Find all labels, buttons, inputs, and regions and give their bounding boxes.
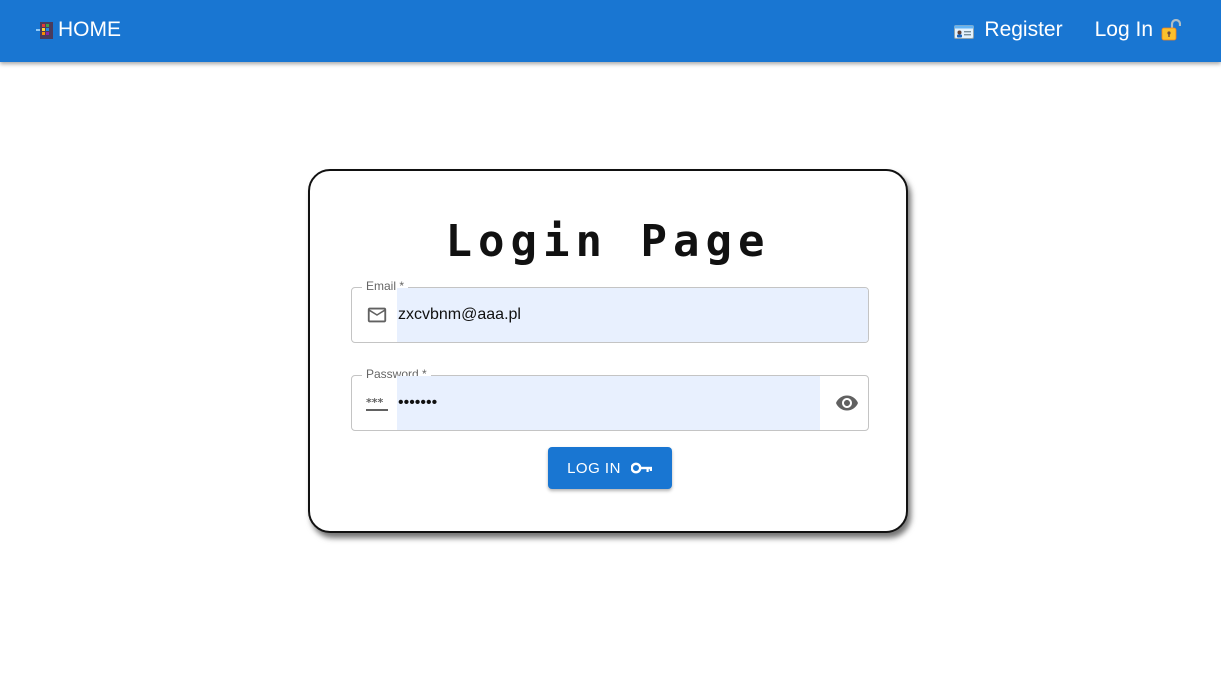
app-bar: HOME Register Log In (0, 0, 1221, 62)
eye-icon[interactable] (835, 391, 859, 415)
register-label: Register (984, 18, 1063, 41)
register-link[interactable]: Register (954, 18, 1063, 42)
unlocked-lock-icon (1161, 18, 1182, 41)
login-link[interactable]: Log In (1094, 18, 1182, 42)
login-label: Log In (1094, 18, 1153, 41)
page-title: Login Page (445, 216, 771, 267)
home-link[interactable]: HOME (36, 18, 121, 42)
login-button[interactable]: LOG IN (548, 447, 672, 489)
svg-text:***: *** (366, 396, 384, 409)
nav-right: Register Log In (954, 18, 1182, 42)
id-card-icon (954, 22, 975, 39)
email-field: Email * (351, 279, 869, 343)
password-field: Password * *** ••••••• (351, 367, 869, 431)
password-asterisks-icon: *** (366, 392, 388, 414)
password-input[interactable]: ••••••• (398, 376, 818, 430)
login-button-label: LOG IN (567, 459, 621, 477)
door-icon (36, 21, 55, 40)
home-label: HOME (58, 18, 121, 41)
key-icon (630, 461, 653, 475)
email-input[interactable] (398, 288, 818, 342)
login-card: Login Page Email * Password * *** ••••••… (308, 169, 908, 533)
mail-outline-icon (366, 304, 388, 326)
